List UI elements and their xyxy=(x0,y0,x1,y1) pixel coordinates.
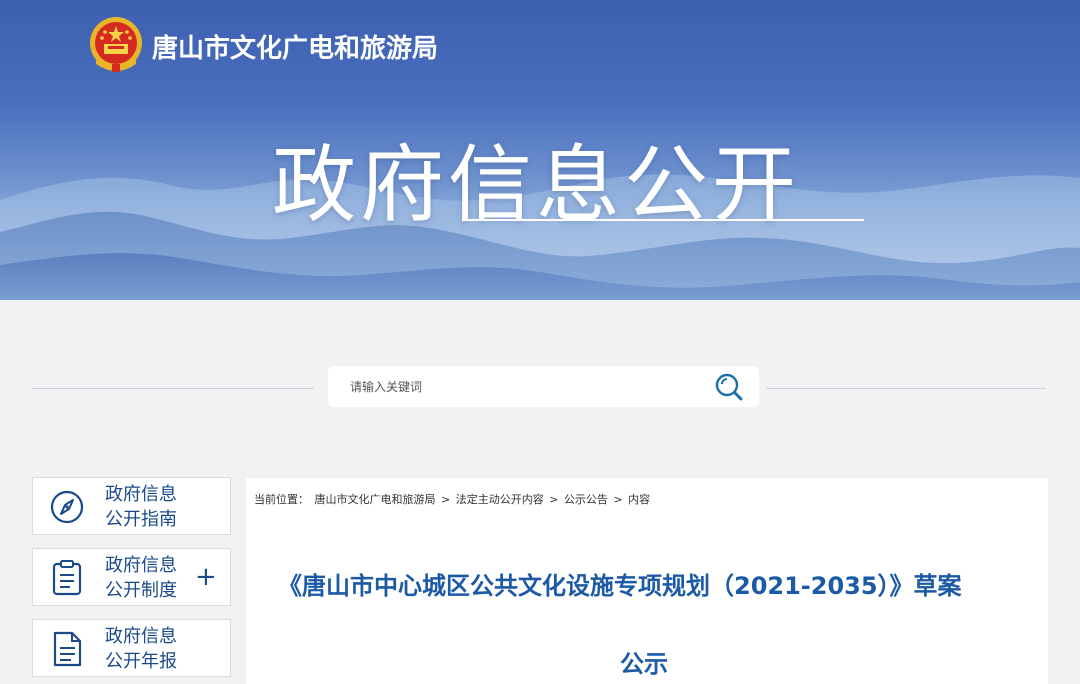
org-name: 唐山市文化广电和旅游局 xyxy=(152,34,439,64)
document-icon xyxy=(53,631,82,667)
sidebar-item-guide[interactable]: 政府信息 公开指南 xyxy=(32,477,231,535)
search-divider-left xyxy=(32,388,314,389)
breadcrumb-link[interactable]: 法定主动公开内容 xyxy=(456,493,544,506)
sidebar-item-annual-report[interactable]: 政府信息 公开年报 xyxy=(32,619,231,677)
breadcrumb: 当前位置： 唐山市文化广电和旅游局 > 法定主动公开内容 > 公示公告 > 内容 xyxy=(254,491,652,507)
sidebar-item-label: 政府信息 公开制度 xyxy=(105,555,177,601)
search-bar xyxy=(328,366,759,407)
breadcrumb-separator: > xyxy=(549,493,559,506)
sidebar-item-label: 政府信息 公开指南 xyxy=(105,484,177,530)
clipboard-icon xyxy=(52,560,82,596)
sidebar-item-system[interactable]: 政府信息 公开制度 + xyxy=(32,548,231,606)
breadcrumb-current: 内容 xyxy=(628,493,651,506)
article-title: 《唐山市中心城区公共文化设施专项规划（2021-2035）》草案 xyxy=(278,572,962,600)
breadcrumb-separator: > xyxy=(441,493,451,506)
header-banner: 唐山市文化广电和旅游局 政府信息公开 xyxy=(0,0,1080,300)
search-icon[interactable] xyxy=(714,372,744,402)
search-divider-right xyxy=(766,388,1046,389)
hero-underline xyxy=(462,219,864,221)
sidebar-item-label: 政府信息 公开年报 xyxy=(105,626,177,672)
breadcrumb-separator: > xyxy=(613,493,623,506)
search-input[interactable] xyxy=(350,376,710,398)
expand-plus-icon[interactable]: + xyxy=(195,564,217,590)
compass-icon xyxy=(50,490,84,524)
breadcrumb-prefix: 当前位置： xyxy=(254,493,309,506)
national-emblem-icon xyxy=(90,17,142,72)
breadcrumb-link[interactable]: 公示公告 xyxy=(564,493,608,506)
article-panel: 当前位置： 唐山市文化广电和旅游局 > 法定主动公开内容 > 公示公告 > 内容… xyxy=(246,478,1048,684)
article-title-line2: 公示 xyxy=(620,650,668,678)
breadcrumb-link[interactable]: 唐山市文化广电和旅游局 xyxy=(315,493,436,506)
